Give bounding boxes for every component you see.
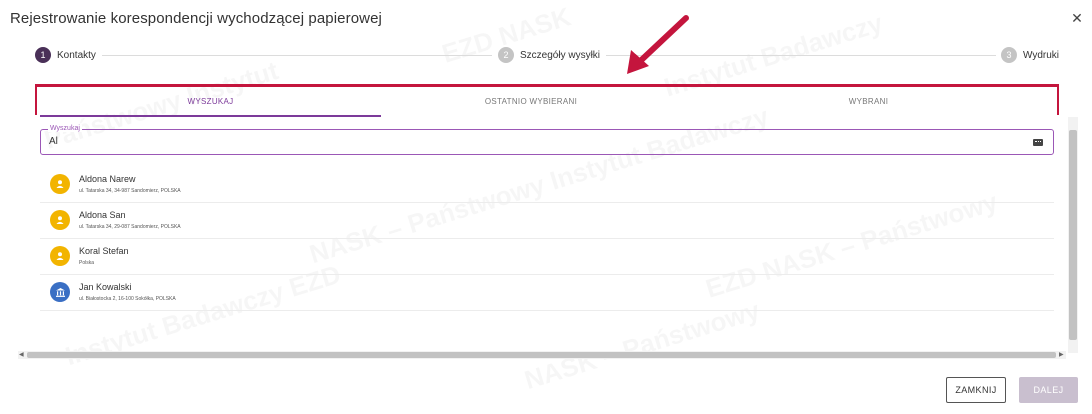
contact-address: ul. Tatarska 34, 29-087 Sandomierz, POLS… <box>79 224 181 230</box>
person-icon <box>50 210 70 230</box>
annotation-arrow-icon <box>627 15 689 74</box>
contact-address: ul. Białostocka 2, 16-100 Sokółka, POLSK… <box>79 296 176 302</box>
step-number: 2 <box>498 47 514 63</box>
step-label: Szczegóły wysyłki <box>520 49 601 61</box>
step-number: 3 <box>1001 47 1017 63</box>
step-wydruki: 3 Wydruki <box>1001 47 1059 63</box>
close-button[interactable]: ZAMKNIJ <box>946 377 1006 403</box>
search-input[interactable] <box>49 136 949 147</box>
scroll-right-icon[interactable]: ▶ <box>1059 351 1064 359</box>
next-button[interactable]: DALEJ <box>1019 377 1078 403</box>
step-connector <box>102 55 492 56</box>
list-item[interactable]: Jan Kowalski ul. Białostocka 2, 16-100 S… <box>40 275 1054 311</box>
contact-address: ul. Tatarska 34, 34-987 Sandomierz, POLS… <box>79 188 181 194</box>
step-label: Wydruki <box>1023 49 1060 61</box>
list-item[interactable]: Aldona Narew ul. Tatarska 34, 34-987 San… <box>40 167 1054 203</box>
vertical-scrollbar-thumb[interactable] <box>1069 130 1077 340</box>
search-label: Wyszukaj <box>48 125 82 132</box>
contact-name: Jan Kowalski <box>79 282 132 292</box>
step-label: Kontakty <box>57 49 96 61</box>
contact-list: Aldona Narew ul. Tatarska 34, 34-987 San… <box>40 167 1054 311</box>
keyboard-icon[interactable] <box>1033 139 1043 146</box>
contact-name: Aldona Narew <box>79 174 136 184</box>
list-item[interactable]: Koral Stefan Polska <box>40 239 1054 275</box>
tab-wyszukaj[interactable]: WYSZUKAJ <box>40 94 381 118</box>
horizontal-scrollbar-thumb[interactable] <box>27 352 1056 358</box>
step-kontakty: 1 Kontakty <box>35 47 96 63</box>
dialog-title: Rejestrowanie korespondencji wychodzącej… <box>10 10 382 27</box>
step-number: 1 <box>35 47 51 63</box>
tab-wybrani[interactable]: WYBRANI <box>681 94 1056 118</box>
scroll-left-icon[interactable]: ◀ <box>19 351 24 359</box>
person-icon <box>50 246 70 266</box>
tab-bar: WYSZUKAJ OSTATNIO WYBIERANI WYBRANI <box>40 94 1056 118</box>
list-item[interactable]: Aldona San ul. Tatarska 34, 29-087 Sando… <box>40 203 1054 239</box>
tab-ostatnio-wybierani[interactable]: OSTATNIO WYBIERANI <box>381 94 681 118</box>
contact-address: Polska <box>79 260 95 266</box>
search-field[interactable] <box>40 129 1054 155</box>
contact-name: Aldona San <box>79 210 126 220</box>
institution-icon <box>50 282 70 302</box>
step-szczegoly-wysylki: 2 Szczegóły wysyłki <box>498 47 600 63</box>
person-icon <box>50 174 70 194</box>
contact-name: Koral Stefan <box>79 246 129 256</box>
close-icon[interactable]: ✕ <box>1070 10 1084 27</box>
